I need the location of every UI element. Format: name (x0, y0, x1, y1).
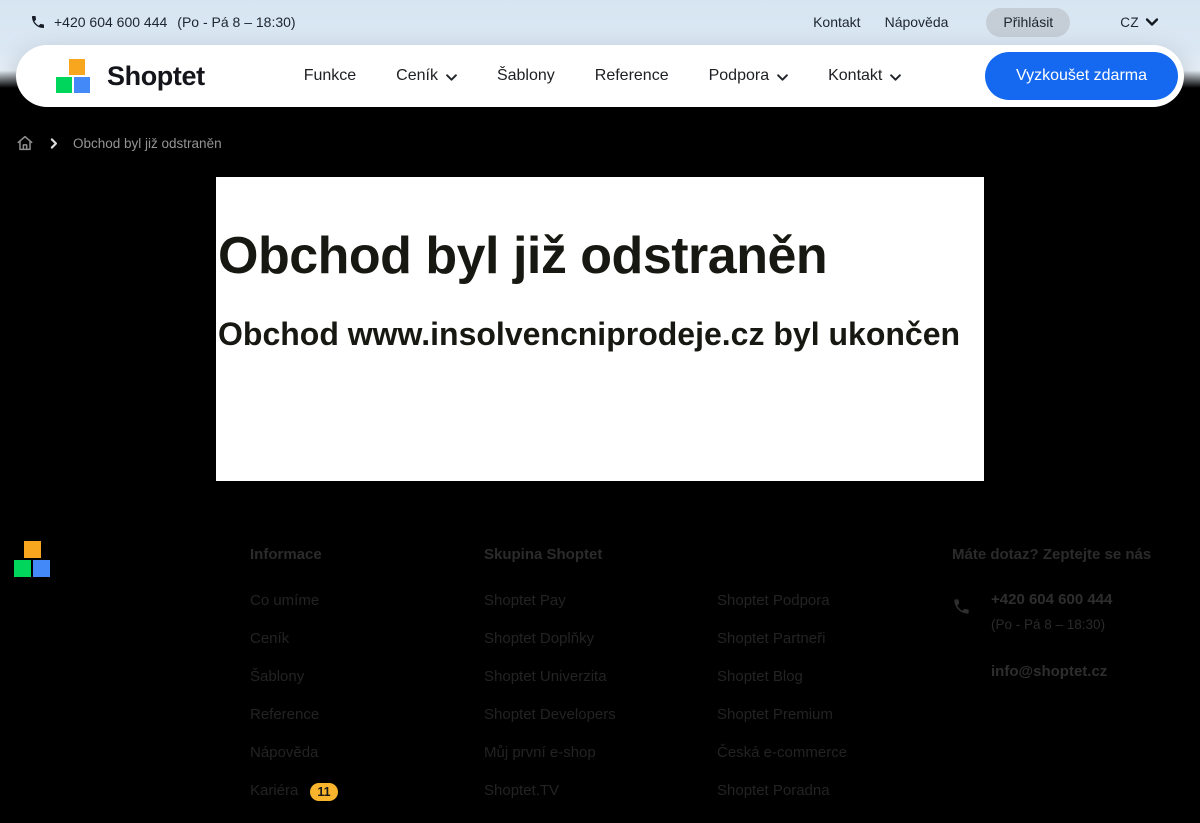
chevron-down-icon (446, 74, 457, 81)
phone-icon (952, 597, 971, 632)
footer-link-kariera[interactable]: Kariéra 11 (250, 783, 484, 801)
topbar-link-napoveda[interactable]: Nápověda (885, 14, 949, 30)
footer-shoptet-logo-icon[interactable] (14, 541, 52, 577)
nav-item-sablony[interactable]: Šablony (497, 67, 555, 85)
footer-email-link[interactable]: info@shoptet.cz (991, 663, 1163, 680)
footer-link-label: Kariéra (250, 782, 298, 799)
footer-link[interactable]: Šablony (250, 669, 484, 685)
nav-item-label: Reference (595, 67, 669, 85)
footer-link[interactable]: Shoptet Univerzita (484, 669, 717, 685)
footer-columns: Informace Co umíme Ceník Šablony Referen… (250, 546, 1163, 823)
footer-contact-title: Máte dotaz? Zeptejte se nás (952, 546, 1163, 564)
footer-column-skupina: Skupina Shoptet Shoptet Pay Shoptet Dopl… (484, 546, 717, 823)
nav-item-cenik[interactable]: Ceník (396, 67, 457, 85)
topbar-link-kontakt[interactable]: Kontakt (813, 14, 860, 30)
nav-item-label: Podpora (709, 67, 770, 85)
nav-item-podpora[interactable]: Podpora (709, 67, 789, 85)
footer-column-title: Informace (250, 546, 484, 564)
topbar-phone-number[interactable]: +420 604 600 444 (54, 14, 167, 30)
topbar-links: Kontakt Nápověda Přihlásit CZ (813, 8, 1158, 37)
footer-link[interactable]: Shoptet Premium (717, 707, 952, 723)
main-menu: Funkce Ceník Šablony Reference Podpora (304, 67, 902, 85)
nav-item-label: Šablony (497, 67, 555, 85)
footer-column-informace: Informace Co umíme Ceník Šablony Referen… (250, 546, 484, 823)
login-button[interactable]: Přihlásit (986, 8, 1070, 37)
phone-icon (30, 14, 46, 30)
footer-link[interactable]: Shoptet Poradna (717, 783, 952, 799)
chevron-right-icon (47, 137, 60, 150)
nav-item-funkce[interactable]: Funkce (304, 67, 356, 85)
nav-item-label: Ceník (396, 67, 438, 85)
home-icon[interactable] (16, 134, 34, 152)
chevron-down-icon (890, 74, 901, 81)
jobs-count-badge: 11 (310, 783, 337, 801)
footer-phone-number[interactable]: +420 604 600 444 (991, 591, 1112, 608)
page-title: Obchod byl již odstraněn (218, 228, 974, 285)
footer-link[interactable]: Nápověda (250, 745, 484, 761)
breadcrumb: Obchod byl již odstraněn (16, 134, 1200, 152)
topbar: +420 604 600 444 (Po - Pá 8 – 18:30) Kon… (0, 0, 1200, 44)
footer-link[interactable]: Shoptet.TV (484, 783, 717, 799)
removed-shop-card: Obchod byl již odstraněn Obchod www.inso… (216, 177, 984, 481)
footer-link[interactable]: Co umíme (250, 593, 484, 609)
language-label: CZ (1120, 15, 1139, 30)
main-content: Obchod byl již odstraněn Obchod www.inso… (0, 177, 1200, 481)
chevron-down-icon (777, 74, 788, 81)
footer-column-title (717, 546, 952, 564)
footer-contact-block: Máte dotaz? Zeptejte se nás +420 604 600… (952, 546, 1163, 823)
nav-item-kontakt[interactable]: Kontakt (828, 67, 901, 85)
nav-item-reference[interactable]: Reference (595, 67, 669, 85)
footer-link[interactable]: Shoptet Blog (717, 669, 952, 685)
footer-link[interactable]: Shoptet Podpora (717, 593, 952, 609)
footer-link[interactable]: Shoptet Developers (484, 707, 717, 723)
footer-link[interactable]: Můj první e-shop (484, 745, 717, 761)
footer-opening-hours: (Po - Pá 8 – 18:30) (991, 617, 1112, 632)
footer-contact-phone-row: +420 604 600 444 (Po - Pá 8 – 18:30) (952, 591, 1163, 632)
chevron-down-icon (1146, 18, 1158, 26)
try-free-button[interactable]: Vyzkoušet zdarma (985, 52, 1178, 100)
site-header: +420 604 600 444 (Po - Pá 8 – 18:30) Kon… (0, 0, 1200, 107)
shoptet-logo[interactable]: Shoptet (56, 59, 205, 94)
language-selector[interactable]: CZ (1120, 15, 1158, 30)
footer-column-shoptet-weby: Shoptet Podpora Shoptet Partneři Shoptet… (717, 546, 952, 823)
footer-link[interactable]: Shoptet Doplňky (484, 631, 717, 647)
footer-link[interactable]: Shoptet Partneři (717, 631, 952, 647)
footer-column-title: Skupina Shoptet (484, 546, 717, 564)
brand-name: Shoptet (107, 61, 205, 92)
nav-item-label: Funkce (304, 67, 356, 85)
footer-link[interactable]: Ceník (250, 631, 484, 647)
shoptet-logo-icon (56, 59, 93, 94)
topbar-contact: +420 604 600 444 (Po - Pá 8 – 18:30) (30, 14, 296, 30)
footer-link[interactable]: Česká e-commerce (717, 745, 952, 761)
footer-link[interactable]: Reference (250, 707, 484, 723)
page-subtitle: Obchod www.insolvencniprodeje.cz byl uko… (218, 307, 974, 361)
main-navbar: Shoptet Funkce Ceník Šablony Reference P… (16, 45, 1184, 107)
breadcrumb-current-page: Obchod byl již odstraněn (73, 136, 222, 151)
footer-link[interactable]: Shoptet Pay (484, 593, 717, 609)
nav-item-label: Kontakt (828, 67, 882, 85)
topbar-opening-hours: (Po - Pá 8 – 18:30) (177, 14, 295, 30)
site-footer: Informace Co umíme Ceník Šablony Referen… (0, 481, 1200, 823)
